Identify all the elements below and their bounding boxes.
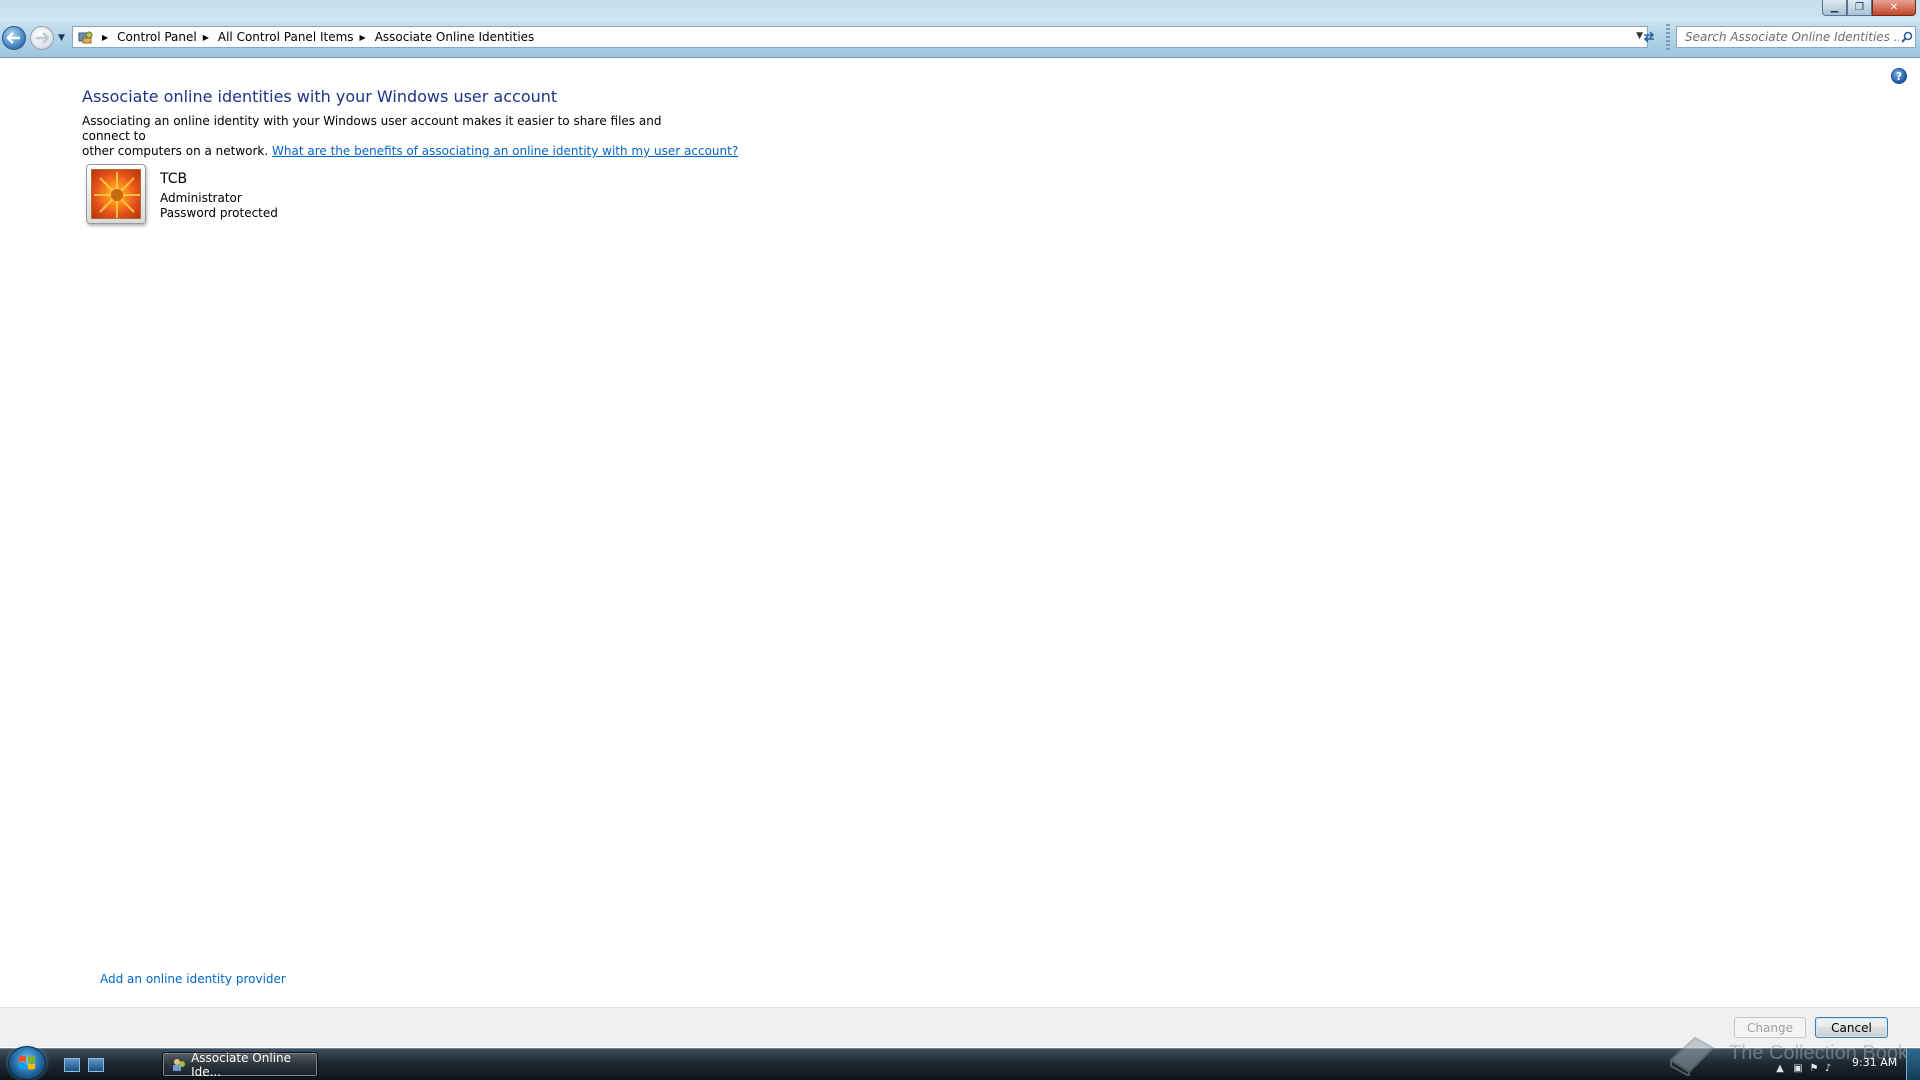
flower-avatar-icon [91, 169, 141, 219]
description-text-2: other computers on a network. [82, 144, 269, 158]
window-controls: ▁ ❐ ✕ [1822, 0, 1916, 16]
show-desktop-quicklaunch-icon[interactable] [64, 1058, 80, 1072]
back-arrow-icon [7, 32, 20, 44]
breadcrumb-all-items[interactable]: All Control Panel Items [218, 30, 354, 44]
address-bar[interactable]: ▶ Control Panel ▶ All Control Panel Item… [72, 26, 1648, 48]
dialog-button-strip [0, 1007, 1920, 1047]
breadcrumb-current[interactable]: Associate Online Identities [375, 30, 535, 44]
taskbar-clock[interactable]: 9:31 AM [1852, 1056, 1897, 1069]
book-logo-icon [1669, 1036, 1715, 1076]
breadcrumb-separator-icon[interactable]: ▶ [360, 33, 366, 42]
help-icon[interactable]: ? [1891, 68, 1907, 84]
user-account-picture [86, 164, 146, 224]
user-name: TCB [160, 171, 188, 187]
minimize-button[interactable]: ▁ [1822, 0, 1847, 16]
titlebar-gloss [0, 0, 1920, 26]
recent-pages-dropdown[interactable]: ▼ [58, 33, 65, 43]
description-line2: other computers on a network. What are t… [82, 144, 738, 159]
user-role: Administrator [160, 191, 242, 205]
refresh-icon [1643, 31, 1655, 43]
forward-arrow-icon [36, 32, 49, 44]
toolbar-grip[interactable] [1666, 24, 1670, 52]
close-button[interactable]: ✕ [1872, 0, 1916, 16]
benefits-link[interactable]: What are the benefits of associating an … [272, 144, 738, 158]
user-password-status: Password protected [160, 206, 278, 220]
speaker-icon[interactable]: ♪ [1822, 1062, 1834, 1074]
description: Associating an online identity with your… [82, 114, 738, 159]
description-text: Associating an online identity with your… [82, 114, 662, 143]
start-button[interactable] [8, 1046, 46, 1080]
add-identity-provider-link[interactable]: Add an online identity provider [100, 972, 286, 986]
watermark: The Collection Book [1667, 1030, 1908, 1076]
action-center-icon[interactable]: ⚑ [1808, 1062, 1820, 1074]
breadcrumb-separator-icon[interactable]: ▶ [203, 33, 209, 42]
refresh-button[interactable] [1638, 27, 1660, 47]
search-input[interactable] [1685, 28, 1899, 46]
page-title: Associate online identities with your Wi… [82, 87, 558, 106]
maximize-button[interactable]: ❐ [1847, 0, 1872, 16]
windows-logo-icon [19, 1055, 35, 1070]
forward-button[interactable] [30, 26, 54, 50]
breadcrumb-separator-icon[interactable]: ▶ [102, 33, 108, 42]
show-hidden-icons-icon[interactable]: ▲ [1774, 1062, 1786, 1074]
control-panel-icon [76, 29, 96, 45]
back-button[interactable] [2, 26, 26, 50]
control-panel-icon [171, 1057, 186, 1073]
show-desktop-button[interactable] [1906, 1049, 1920, 1080]
search-box[interactable] [1676, 26, 1916, 48]
taskbar-item-label: Associate Online Ide... [191, 1050, 292, 1079]
network-icon[interactable]: ▣ [1792, 1062, 1804, 1074]
taskbar-item-associate-online-identities[interactable]: Associate Online Ide... [162, 1050, 318, 1079]
search-icon[interactable] [1899, 29, 1915, 45]
breadcrumb-control-panel[interactable]: Control Panel [117, 30, 197, 44]
switch-windows-quicklaunch-icon[interactable] [88, 1058, 104, 1072]
